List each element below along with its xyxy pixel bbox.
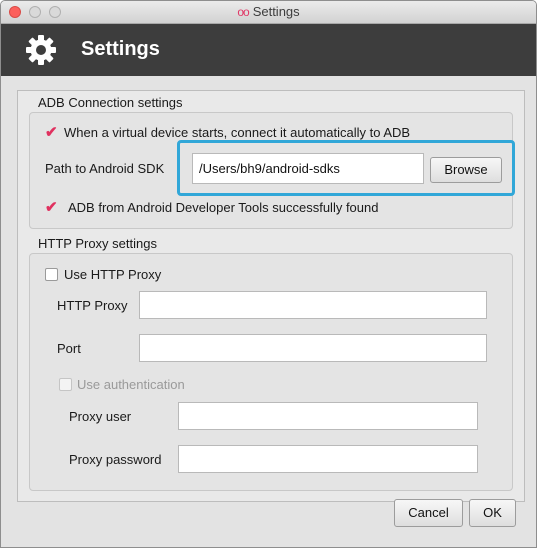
window-title-text: Settings (252, 4, 300, 19)
use-authentication-label: Use authentication (77, 377, 185, 392)
use-http-proxy-checkbox[interactable] (45, 268, 58, 281)
auto-connect-label: When a virtual device starts, connect it… (64, 125, 411, 140)
http-proxy-input[interactable] (139, 291, 487, 319)
window-title: oo Settings (1, 4, 536, 19)
use-http-proxy-label: Use HTTP Proxy (64, 267, 162, 282)
sdk-path-input[interactable] (192, 153, 424, 184)
port-label: Port (57, 341, 81, 356)
auto-connect-checkbox[interactable]: ✔ (45, 125, 58, 140)
proxy-password-label: Proxy password (69, 452, 162, 467)
cancel-button[interactable]: Cancel (394, 499, 463, 527)
title-bar[interactable]: oo Settings (1, 1, 536, 24)
adb-found-checkmark-icon: ✔ (45, 199, 58, 216)
http-proxy-label: HTTP Proxy (57, 298, 128, 313)
adb-status-text: ADB from Android Developer Tools success… (68, 200, 379, 215)
proxy-password-input[interactable] (178, 445, 478, 473)
browse-button[interactable]: Browse (430, 157, 502, 183)
proxy-user-label: Proxy user (69, 409, 132, 424)
use-authentication-checkbox[interactable] (59, 378, 72, 391)
settings-header: Settings (1, 24, 536, 76)
adb-settings-group: ✔ When a virtual device starts, connect … (29, 112, 515, 229)
settings-window: oo Settings Settings ADB Connection setti… (0, 0, 537, 548)
proxy-section-label: HTTP Proxy settings (38, 236, 157, 251)
sdk-path-label: Path to Android SDK (45, 161, 165, 176)
proxy-settings-group: Use HTTP Proxy HTTP Proxy Port Use authe… (29, 253, 513, 491)
proxy-user-input[interactable] (178, 402, 478, 430)
port-input[interactable] (139, 334, 487, 362)
app-logo-icon: oo (237, 5, 249, 19)
gear-icon (26, 35, 56, 65)
settings-content: ADB Connection settings ✔ When a virtual… (17, 90, 525, 502)
header-title: Settings (81, 38, 160, 60)
ok-button[interactable]: OK (469, 499, 516, 527)
adb-section-label: ADB Connection settings (38, 95, 183, 110)
